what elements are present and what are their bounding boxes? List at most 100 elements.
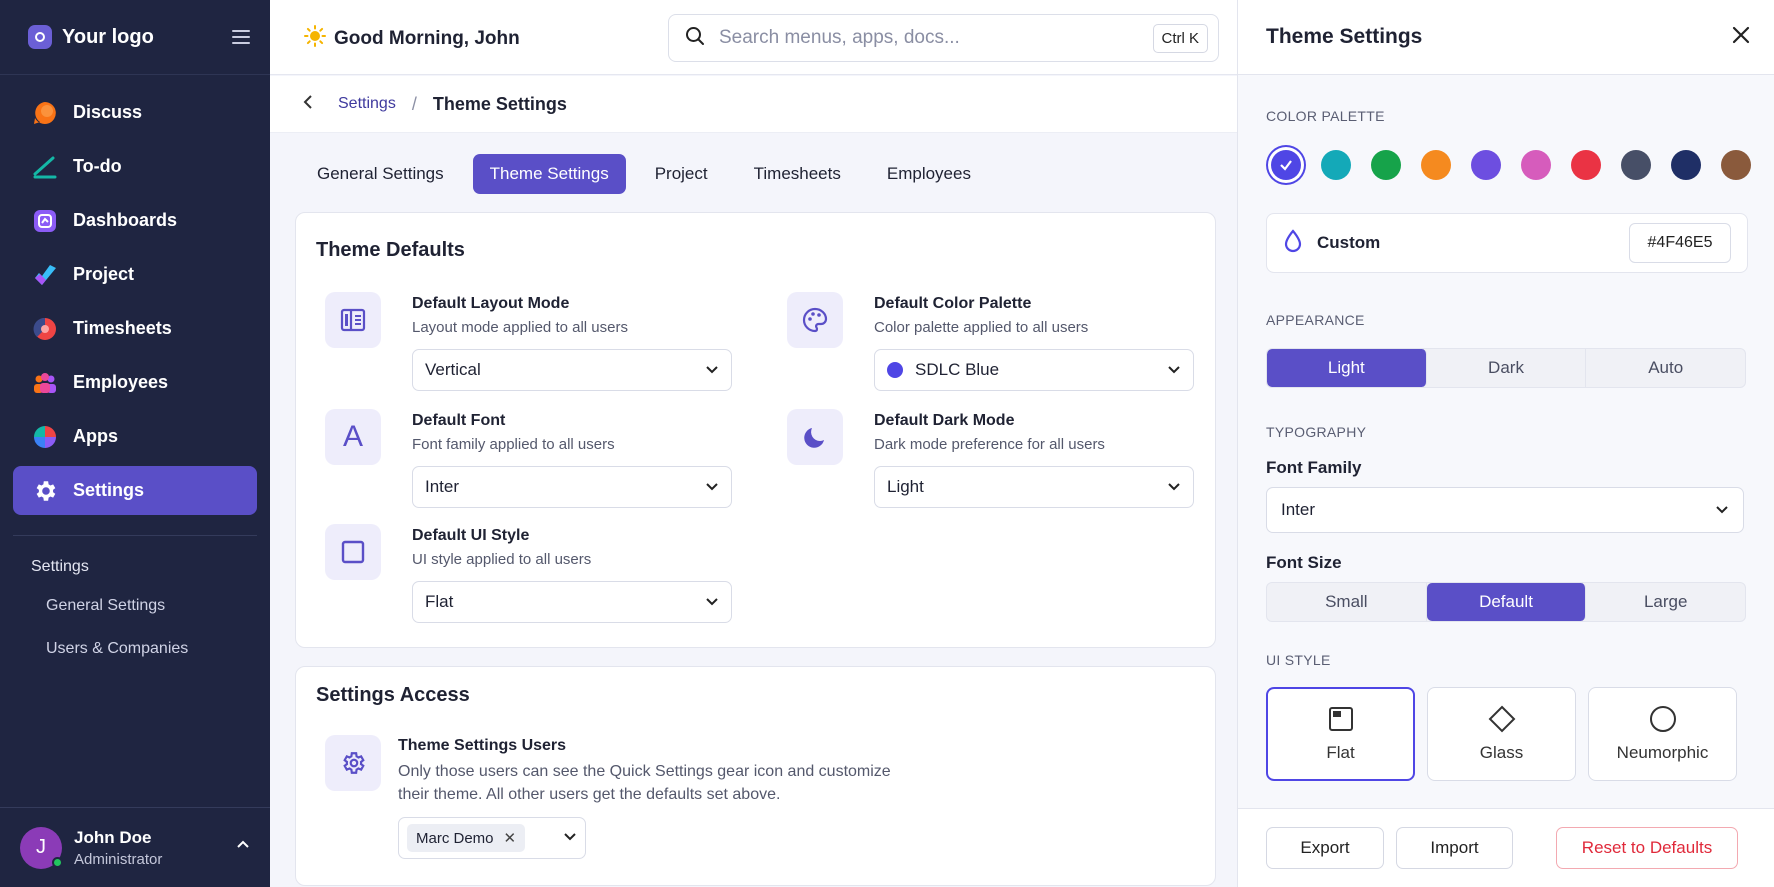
ui-style-title: UI STYLE [1266,652,1331,668]
theme-settings-users-label: Theme Settings Users [398,737,567,754]
default-font-label: Default Font [412,412,506,429]
online-status-dot [52,856,63,868]
sidebar-sub-item-general[interactable]: General Settings [0,584,270,627]
chevron-down-icon[interactable] [563,829,577,847]
custom-color-row: Custom [1266,213,1748,273]
swatch-10[interactable] [1721,150,1751,180]
default-layout-select[interactable]: Vertical [412,349,732,391]
timesheet-icon [31,315,59,343]
diamond-icon [1488,705,1516,733]
swatch-8[interactable] [1621,150,1651,180]
sidebar-item-dashboards[interactable]: Dashboards [13,196,257,245]
page-title: Theme Settings [432,93,567,114]
panel-header: Theme Settings [1238,0,1774,75]
remove-chip-icon[interactable]: ✕ [504,829,517,847]
chevron-up-icon[interactable] [236,838,250,857]
tab-timesheets[interactable]: Timesheets [737,154,858,194]
sidebar: Your logo Discuss To-do Dashboards Proje… [0,0,270,887]
chevron-down-icon [705,592,719,612]
import-button[interactable]: Import [1396,827,1513,869]
sidebar-item-apps[interactable]: Apps [13,412,257,461]
default-dark-mode-select[interactable]: Light [874,466,1194,508]
ui-style-neumorphic[interactable]: Neumorphic [1588,687,1737,781]
reset-to-defaults-button[interactable]: Reset to Defaults [1556,827,1738,869]
greeting: Good Morning, John [304,25,520,53]
color-swatches [1271,150,1751,180]
ui-style-glass[interactable]: Glass [1427,687,1576,781]
search-shortcut-badge: Ctrl K [1152,23,1208,53]
theme-settings-users-desc: Only those users can see the Quick Setti… [398,763,891,803]
droplet-icon [1283,228,1303,258]
export-button[interactable]: Export [1266,827,1384,869]
appearance-auto[interactable]: Auto [1586,349,1745,387]
sidebar-item-settings[interactable]: Settings [13,466,257,515]
swatch-2[interactable] [1321,150,1351,180]
typography-title: TYPOGRAPHY [1266,424,1367,440]
sidebar-item-discuss[interactable]: Discuss [13,88,257,137]
swatch-4[interactable] [1421,150,1451,180]
font-size-default[interactable]: Default [1426,583,1587,621]
font-family-select[interactable]: Inter [1266,487,1744,533]
panel-footer: Export Import Reset to Defaults [1238,808,1774,887]
sidebar-sub-item-users[interactable]: Users & Companies [0,627,270,670]
settings-access-card: Settings Access Theme Settings Users Onl… [295,666,1216,886]
theme-settings-panel: Theme Settings COLOR PALETTE Custom APPE… [1237,0,1774,887]
sidebar-item-employees[interactable]: Employees [13,358,257,407]
square-icon [325,524,381,580]
default-ui-style-select[interactable]: Flat [412,581,732,623]
sidebar-item-project[interactable]: Project [13,250,257,299]
search-input[interactable] [719,27,1153,49]
font-family-label: Font Family [1266,458,1362,477]
sidebar-item-label: Discuss [73,102,143,122]
default-ui-style-desc: UI style applied to all users [412,551,592,568]
sidebar-sub-title: Settings [31,558,89,575]
swatch-1[interactable] [1271,150,1301,180]
chevron-left-icon[interactable] [302,94,314,115]
search-icon [685,26,705,51]
apps-icon [31,423,59,451]
font-size-small[interactable]: Small [1267,583,1427,621]
breadcrumb-separator: / [411,93,417,114]
tab-general-settings[interactable]: General Settings [300,154,461,194]
swatch-6[interactable] [1521,150,1551,180]
top-header: Good Morning, John Ctrl K [270,0,1237,75]
palette-color-dot [887,362,903,378]
ui-style-flat[interactable]: Flat [1266,687,1415,781]
user-card[interactable]: J John Doe Administrator [0,807,270,887]
sidebar-item-todo[interactable]: To-do [13,142,257,191]
swatch-7[interactable] [1571,150,1601,180]
tab-project[interactable]: Project [638,154,725,194]
breadcrumb-link-settings[interactable]: Settings [338,95,396,113]
search-bar[interactable]: Ctrl K [668,14,1219,62]
sidebar-item-label: Timesheets [73,318,172,338]
default-layout-desc: Layout mode applied to all users [412,319,628,336]
palette-icon [787,292,843,348]
gear-icon [325,735,381,791]
greeting-text: Good Morning, John [334,28,520,49]
theme-defaults-title: Theme Defaults [316,239,465,261]
hamburger-icon[interactable] [232,30,250,44]
swatch-5[interactable] [1471,150,1501,180]
close-icon[interactable] [1732,26,1750,49]
panel-title: Theme Settings [1266,25,1423,48]
default-palette-select[interactable]: SDLC Blue [874,349,1194,391]
tab-employees[interactable]: Employees [870,154,988,194]
font-size-large[interactable]: Large [1586,583,1745,621]
default-layout-label: Default Layout Mode [412,295,570,312]
theme-defaults-card: Theme Defaults Default Layout Mode Layou… [295,212,1216,648]
appearance-light[interactable]: Light [1267,349,1427,387]
sidebar-item-timesheets[interactable]: Timesheets [13,304,257,353]
swatch-9[interactable] [1671,150,1701,180]
check-icon [1280,160,1292,171]
sidebar-nav: Discuss To-do Dashboards Project Timeshe… [0,75,270,515]
swatch-3[interactable] [1371,150,1401,180]
sidebar-item-label: Employees [73,372,169,392]
default-palette-label: Default Color Palette [874,295,1032,312]
users-multiselect[interactable]: Marc Demo ✕ [398,817,586,859]
custom-hex-input[interactable] [1629,223,1731,263]
default-dark-mode-label: Default Dark Mode [874,412,1015,429]
default-font-select[interactable]: Inter [412,466,732,508]
appearance-dark[interactable]: Dark [1427,349,1587,387]
appearance-toggle: Light Dark Auto [1266,348,1746,388]
tab-theme-settings[interactable]: Theme Settings [472,154,626,194]
